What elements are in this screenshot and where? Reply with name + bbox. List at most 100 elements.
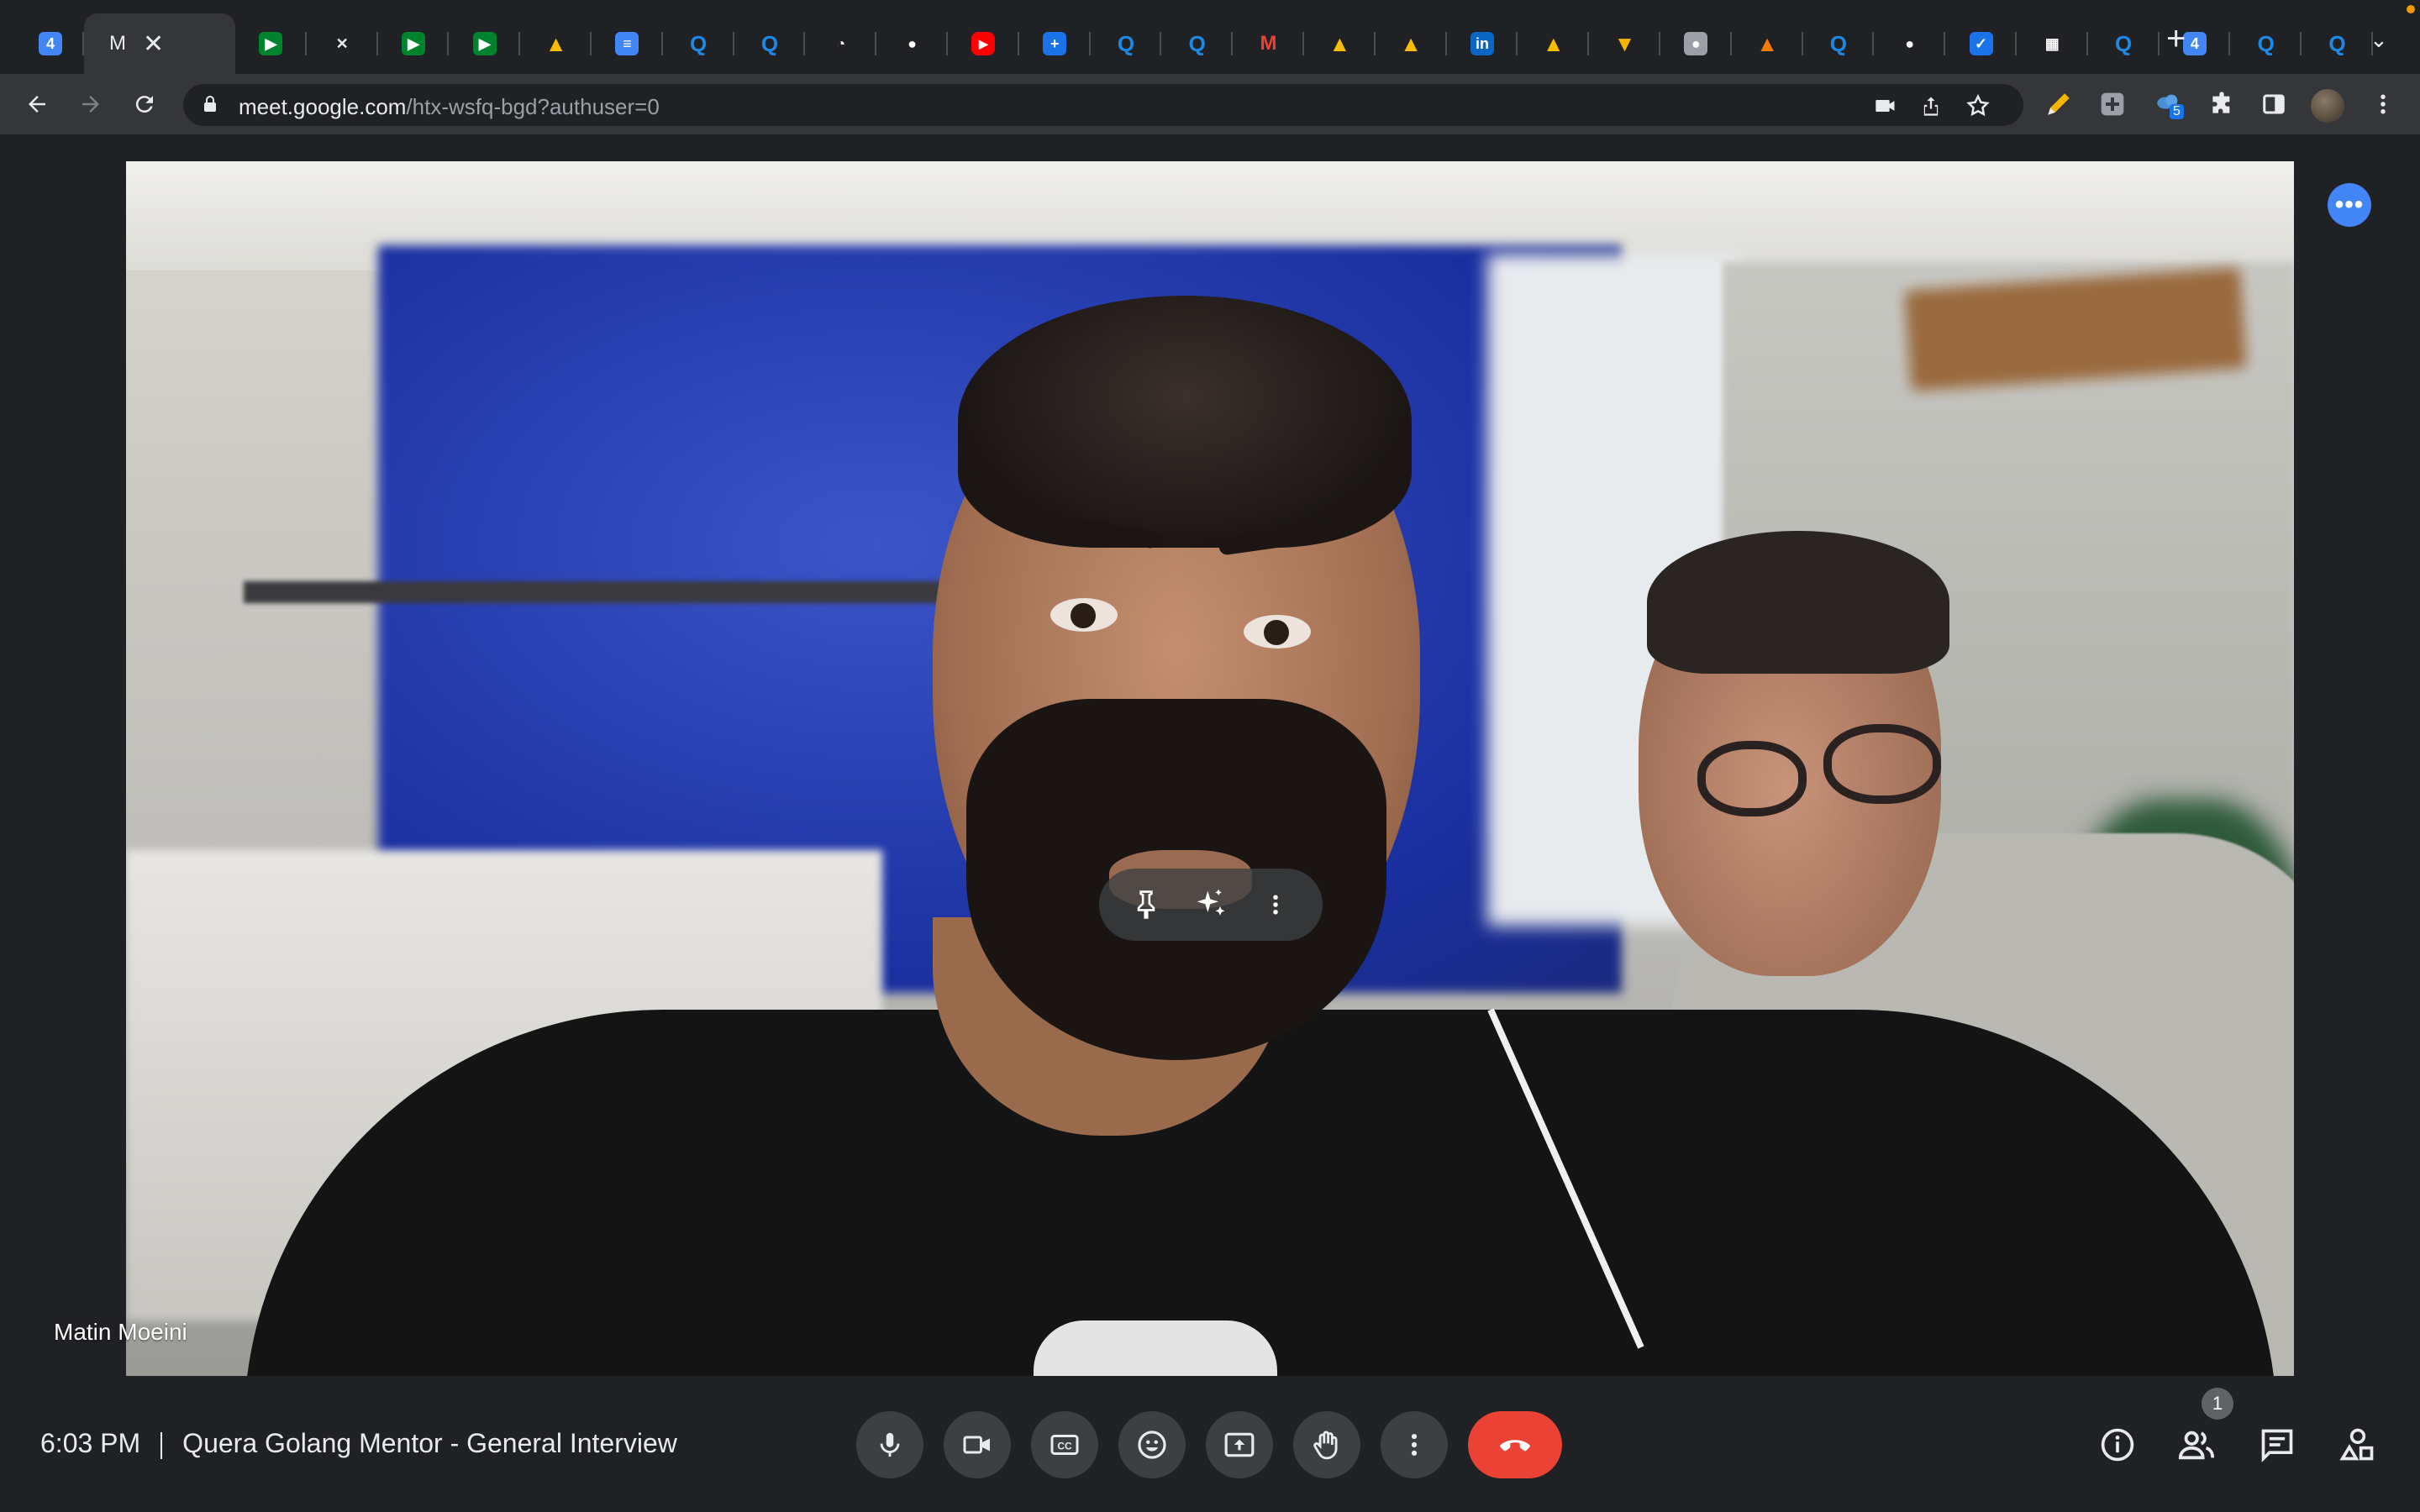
browser-tab[interactable]: ● xyxy=(1660,13,1732,74)
active-tab-title: M xyxy=(109,32,126,55)
google-docs-icon: ≡ xyxy=(615,32,639,55)
cup-icon: ▼ xyxy=(1613,30,1636,56)
tile-more-options-icon[interactable] xyxy=(1250,879,1301,930)
browser-tab[interactable]: ✕ xyxy=(307,13,378,74)
more-vertical-icon xyxy=(1411,1433,1418,1457)
leave-call-button[interactable] xyxy=(1468,1411,1562,1478)
browser-toolbar: meet.google.com/htx-wsfq-bgd?authuser=0 … xyxy=(0,74,2420,134)
google-calendar-icon: 4 xyxy=(2182,32,2207,55)
reload-button[interactable] xyxy=(124,84,165,124)
camera-in-use-icon[interactable] xyxy=(1872,92,1899,119)
present-screen-button[interactable] xyxy=(1206,1411,1273,1478)
meeting-title: Quera Golang Mentor - General Interview xyxy=(182,1428,677,1458)
browser-tab[interactable]: Q xyxy=(663,13,734,74)
browser-tab[interactable]: Q xyxy=(2230,13,2302,74)
share-icon[interactable] xyxy=(1918,92,1944,119)
browser-tab[interactable]: ▲ xyxy=(1518,13,1589,74)
pin-icon[interactable] xyxy=(1121,879,1171,930)
quera-icon: Q xyxy=(2114,30,2133,56)
participant-video-tile[interactable] xyxy=(126,161,2294,1376)
browser-tab[interactable]: M xyxy=(1233,13,1304,74)
cloud-extension-icon[interactable]: 5 xyxy=(2151,87,2185,121)
google-drive-icon: ▲ xyxy=(1400,30,1422,56)
captions-button[interactable]: CC xyxy=(1031,1411,1098,1478)
new-tab-button[interactable]: + xyxy=(2166,22,2186,55)
browser-tab[interactable]: ✓ xyxy=(1945,13,2017,74)
emoji-smile-icon xyxy=(1138,1431,1166,1459)
active-browser-tab[interactable]: M ✕ xyxy=(84,13,235,74)
browser-tab[interactable]: ▲ xyxy=(1732,13,1803,74)
check-badge-icon: ✓ xyxy=(1969,32,1993,55)
plus-extension-icon[interactable] xyxy=(2096,87,2129,121)
forward-arrow-icon xyxy=(82,96,99,113)
browser-tab[interactable]: ≡ xyxy=(592,13,663,74)
browser-tab[interactable]: ● xyxy=(876,13,948,74)
plus-square-icon: + xyxy=(1043,32,1067,55)
tab-close-icon[interactable]: ✕ xyxy=(143,29,164,59)
reload-icon xyxy=(135,96,153,113)
browser-tab[interactable]: ▶ xyxy=(378,13,450,74)
people-button[interactable] xyxy=(2171,1420,2222,1470)
meeting-details-button[interactable] xyxy=(2092,1420,2143,1470)
meeting-time: 6:03 PM xyxy=(40,1428,141,1458)
microphone-button[interactable] xyxy=(856,1411,923,1478)
browser-tab[interactable]: ▶ xyxy=(948,13,1019,74)
browser-tab[interactable]: ▦ xyxy=(2017,13,2088,74)
forward-button[interactable] xyxy=(71,84,111,124)
quera-icon: Q xyxy=(1829,30,1848,56)
url-path: /htx-wsfq-bgd?authuser=0 xyxy=(406,94,660,119)
profile-avatar[interactable] xyxy=(2311,89,2344,123)
google-calendar-icon: 4 xyxy=(39,32,62,55)
browser-tab[interactable]: ▲ xyxy=(520,13,592,74)
raise-hand-button[interactable] xyxy=(1293,1411,1360,1478)
bookmark-star-icon[interactable] xyxy=(1965,92,1991,119)
participants-count-badge: 1 xyxy=(2202,1388,2233,1420)
browser-tab[interactable]: + xyxy=(1019,13,1091,74)
browser-tab[interactable]: ▶ xyxy=(449,13,520,74)
browser-tab[interactable]: Q xyxy=(1161,13,1233,74)
svg-text:CC: CC xyxy=(1057,1440,1072,1452)
right-eye xyxy=(1244,615,1311,648)
browser-tab[interactable]: Q xyxy=(734,13,806,74)
address-bar[interactable]: meet.google.com/htx-wsfq-bgd?authuser=0 xyxy=(183,84,2023,126)
browser-tab[interactable]: Q xyxy=(1803,13,1875,74)
browser-tab[interactable]: ▶ xyxy=(235,13,307,74)
youtube-icon: ▶ xyxy=(971,32,996,55)
extensions-puzzle-icon[interactable] xyxy=(2205,87,2238,121)
globe-icon: ● xyxy=(1684,32,1708,55)
more-options-button[interactable] xyxy=(1381,1411,1448,1478)
browser-tab[interactable]: in xyxy=(1447,13,1518,74)
divider xyxy=(160,1431,163,1459)
quera-icon: Q xyxy=(760,30,779,56)
chat-bubble-icon xyxy=(2261,1429,2293,1462)
extension-badge: 5 xyxy=(2170,104,2184,119)
google-meet-icon: ▶ xyxy=(259,32,283,55)
meet-stage: Matin Moeini ••• xyxy=(0,134,2420,1512)
url-text[interactable]: meet.google.com/htx-wsfq-bgd?authuser=0 xyxy=(239,94,660,120)
reactions-button[interactable] xyxy=(1118,1411,1186,1478)
browser-tab[interactable]: ● xyxy=(1874,13,1945,74)
activities-button[interactable] xyxy=(2333,1420,2383,1470)
back-button[interactable] xyxy=(17,84,57,124)
side-panel-icon[interactable] xyxy=(2257,87,2291,121)
chat-button[interactable] xyxy=(2252,1420,2302,1470)
meeting-more-options-icon[interactable]: ••• xyxy=(2328,183,2371,227)
browser-tab[interactable]: ▲ xyxy=(1304,13,1376,74)
pencil-extension-icon[interactable] xyxy=(2042,87,2075,121)
google-meet-icon: ▶ xyxy=(401,32,425,55)
visual-effects-sparkle-icon[interactable] xyxy=(1186,879,1236,930)
browser-tab[interactable]: Q xyxy=(2302,13,2373,74)
browser-tab[interactable]: ▼ xyxy=(1589,13,1660,74)
browser-tab[interactable]: ◔ xyxy=(805,13,876,74)
back-arrow-icon xyxy=(29,96,45,113)
browser-tab-strip: 4 M ✕ ▶ ✕ ▶ ▶ ▲ ≡ Q Q ◔ ● ▶ + Q Q M ▲ ▲ in ▲ ▼ ● ▲ Q ● ✓ ▦ Q 4 Q Q + ⌄ xyxy=(0,0,2420,74)
tab-search-chevron-icon[interactable]: ⌄ xyxy=(2370,27,2388,53)
browser-tab[interactable]: 4 xyxy=(17,13,84,74)
browser-tab[interactable]: Q xyxy=(2088,13,2160,74)
browser-tab[interactable]: Q xyxy=(1091,13,1162,74)
browser-tab[interactable]: ▲ xyxy=(1376,13,1447,74)
participant-name-label: Matin Moeini xyxy=(54,1319,187,1345)
meet-control-bar: 6:03 PM Quera Golang Mentor - General Int… xyxy=(0,1378,2420,1512)
browser-menu-kebab-icon[interactable] xyxy=(2366,87,2400,121)
camera-button[interactable] xyxy=(944,1411,1011,1478)
